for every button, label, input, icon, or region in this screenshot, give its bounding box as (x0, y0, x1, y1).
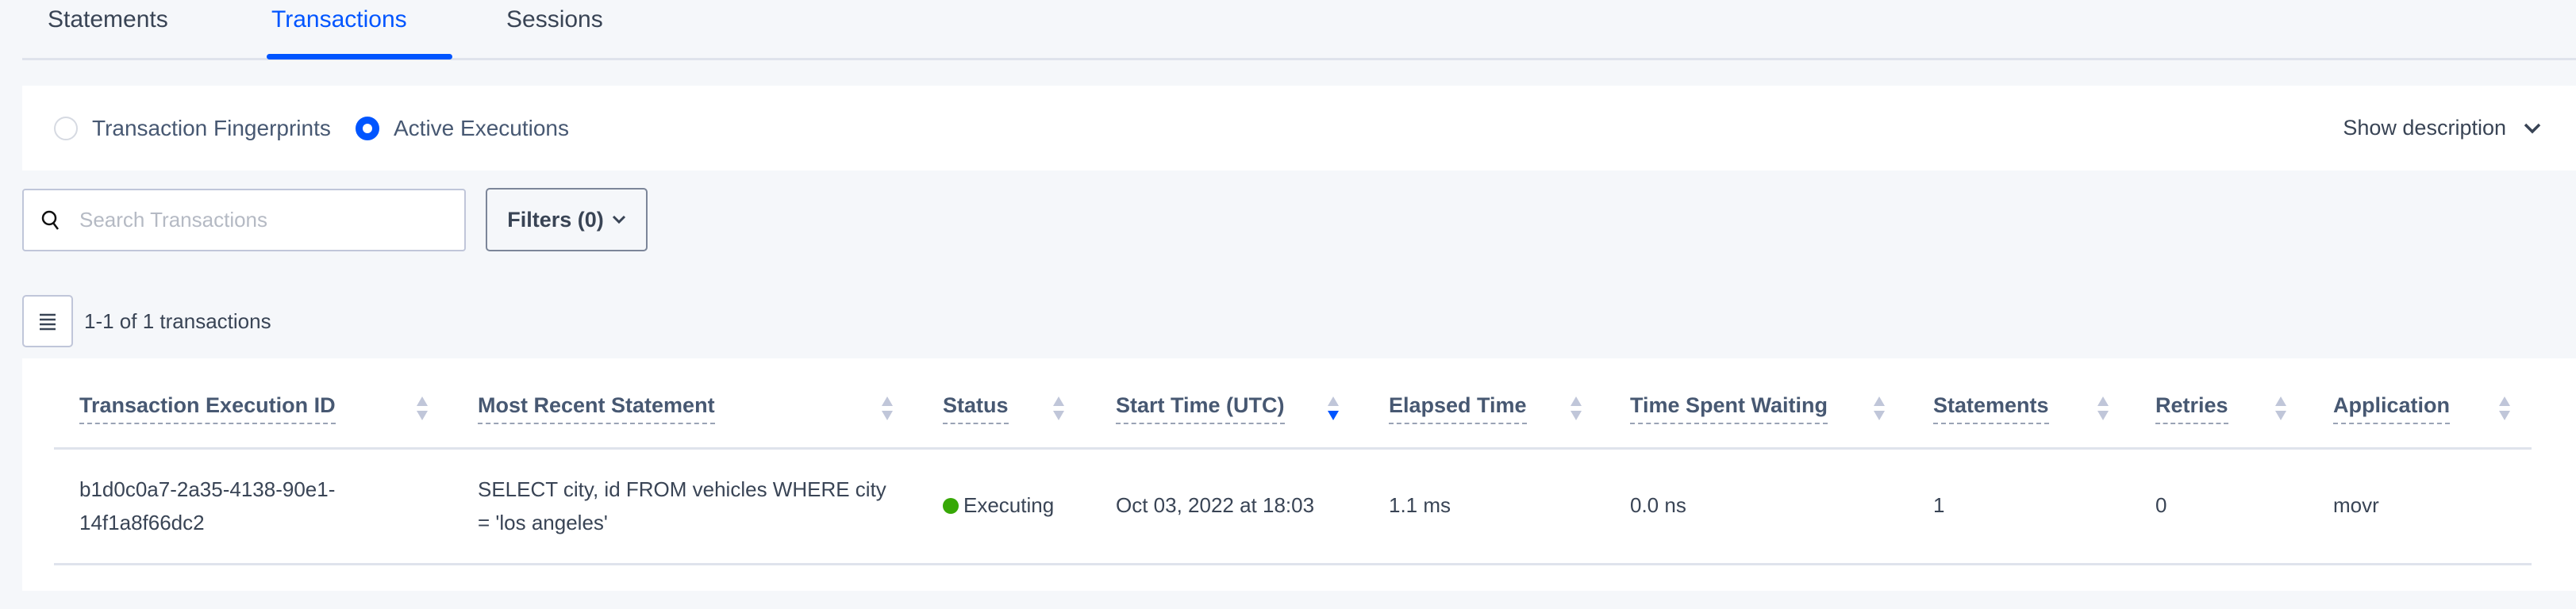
active-tab-indicator (267, 54, 452, 59)
search-field[interactable] (22, 189, 466, 251)
search-icon (41, 210, 59, 230)
chevron-down-icon (612, 215, 625, 224)
radio-label: Active Executions (394, 116, 569, 140)
column-header-elapsed-time[interactable]: Elapsed Time (1389, 393, 1527, 424)
column-header-statements[interactable]: Statements (1933, 393, 2049, 424)
tab-statements[interactable]: Statements (48, 6, 168, 33)
sort-icon[interactable] (2097, 396, 2109, 420)
filters-button[interactable]: Filters (0) (486, 188, 648, 251)
column-label: Statements (1933, 393, 2049, 424)
transactions-table: Transaction Execution ID Most Recent Sta… (22, 358, 2576, 591)
column-header-most-recent-statement[interactable]: Most Recent Statement (478, 393, 715, 424)
tab-sessions[interactable]: Sessions (506, 6, 603, 33)
show-description-label: Show description (2343, 116, 2506, 140)
column-label: Transaction Execution ID (79, 393, 336, 424)
sort-icon[interactable] (1570, 396, 1582, 420)
column-header-application[interactable]: Application (2333, 393, 2450, 424)
column-header-time-spent-waiting[interactable]: Time Spent Waiting (1630, 393, 1828, 424)
sort-descending-icon[interactable] (1327, 396, 1340, 420)
column-label: Start Time (UTC) (1116, 393, 1285, 424)
status-dot-icon (943, 498, 959, 514)
column-header-start-time[interactable]: Start Time (UTC) (1116, 393, 1285, 424)
start-time-cell: Oct 03, 2022 at 18:03 (1116, 493, 1315, 517)
sort-icon[interactable] (2274, 396, 2287, 420)
list-icon (40, 313, 56, 331)
radio-transaction-fingerprints[interactable]: Transaction Fingerprints (54, 116, 331, 141)
sort-icon[interactable] (416, 396, 429, 420)
radio-active-executions[interactable]: Active Executions (356, 116, 569, 141)
statement-cell: SELECT city, id FROM vehicles WHERE city… (478, 473, 886, 539)
chevron-down-icon (2524, 123, 2541, 133)
filters-label: Filters (0) (507, 207, 604, 232)
elapsed-time-cell: 1.1 ms (1389, 493, 1451, 517)
execution-id-cell[interactable]: b1d0c0a7-2a35-4138-90e1- 14f1a8f66dc2 (79, 473, 335, 539)
statement-line: = 'los angeles' (478, 511, 608, 534)
show-description-toggle[interactable]: Show description (2343, 116, 2541, 140)
sort-icon[interactable] (2498, 396, 2511, 420)
column-label: Status (943, 393, 1009, 424)
tab-bar: Statements Transactions Sessions (22, 0, 2576, 60)
execution-id-line: 14f1a8f66dc2 (79, 511, 205, 534)
column-label: Elapsed Time (1389, 393, 1527, 424)
sort-icon[interactable] (881, 396, 894, 420)
application-cell: movr (2333, 493, 2379, 517)
retries-cell: 0 (2155, 493, 2167, 517)
execution-id-line: b1d0c0a7-2a35-4138-90e1- (79, 477, 336, 501)
status-label: Executing (963, 493, 1055, 517)
tab-transactions[interactable]: Transactions (271, 6, 407, 33)
radio-label: Transaction Fingerprints (92, 116, 331, 140)
column-label: Application (2333, 393, 2450, 424)
status-cell: Executing (943, 488, 1054, 522)
column-label: Most Recent Statement (478, 393, 715, 424)
view-toggle-panel: Transaction Fingerprints Active Executio… (22, 86, 2576, 170)
row-divider (54, 563, 2532, 565)
column-header-retries[interactable]: Retries (2155, 393, 2228, 424)
sort-icon[interactable] (1052, 396, 1065, 420)
radio-checked-icon (356, 117, 379, 140)
column-header-execution-id[interactable]: Transaction Execution ID (79, 393, 336, 424)
column-label: Retries (2155, 393, 2228, 424)
header-divider (54, 447, 2532, 450)
result-count: 1-1 of 1 transactions (84, 309, 271, 333)
time-waiting-cell: 0.0 ns (1630, 493, 1686, 517)
column-selector-button[interactable] (22, 295, 73, 347)
column-header-status[interactable]: Status (943, 393, 1009, 424)
search-input[interactable] (79, 208, 444, 232)
sort-icon[interactable] (1873, 396, 1886, 420)
radio-unchecked-icon (54, 117, 78, 140)
statement-line: SELECT city, id FROM vehicles WHERE city (478, 477, 886, 501)
column-label: Time Spent Waiting (1630, 393, 1828, 424)
statements-count-cell: 1 (1933, 493, 1945, 517)
